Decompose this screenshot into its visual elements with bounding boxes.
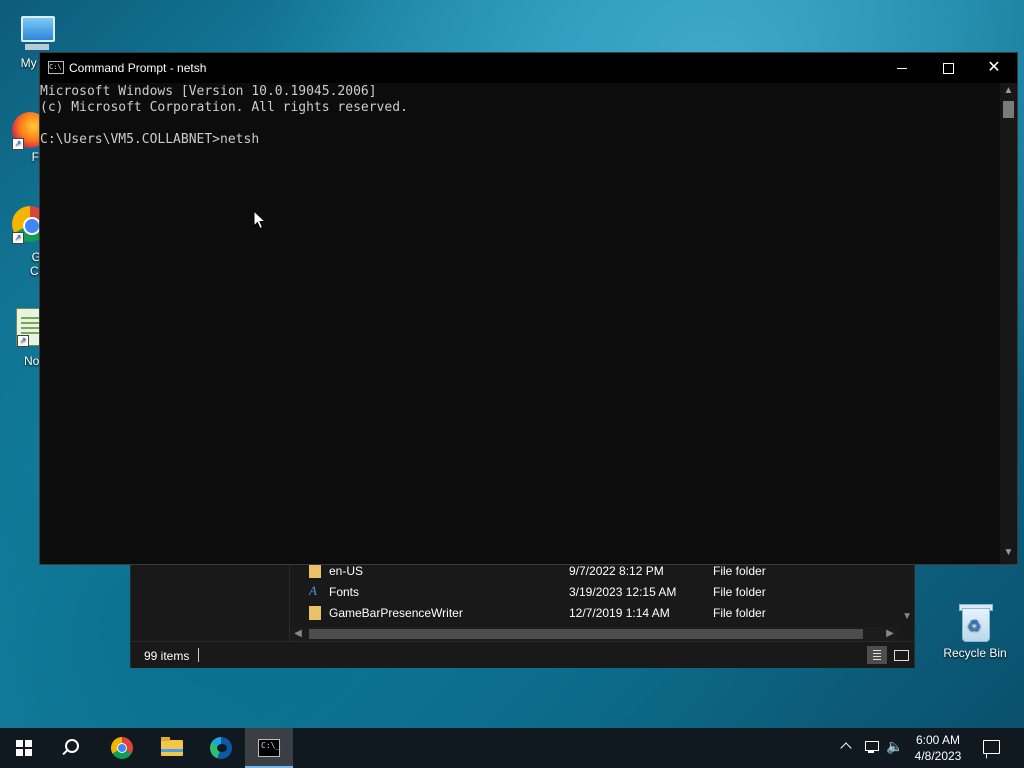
action-center-icon[interactable] (983, 740, 1000, 754)
file-name: en-US (329, 564, 364, 578)
scroll-up-arrow-icon[interactable]: ▲ (1000, 85, 1017, 96)
file-explorer-window: en-US 9/7/2022 8:12 PM File folder A Fon… (130, 560, 915, 668)
vertical-scrollbar[interactable]: ▲ ▼ (1000, 83, 1017, 564)
clock-date: 4/8/2023 (914, 749, 962, 763)
taskbar-file-explorer[interactable] (148, 728, 196, 768)
search-button[interactable] (48, 728, 96, 768)
status-bar: 99 items (131, 641, 914, 668)
folder-icon (309, 564, 321, 578)
navigation-pane[interactable] (131, 561, 290, 641)
show-hidden-icons-chevron-icon[interactable] (840, 740, 850, 750)
console-line: (c) Microsoft Corporation. All rights re… (40, 100, 408, 115)
close-button[interactable]: ✕ (971, 53, 1017, 83)
file-row[interactable]: GameBarPresenceWriter 12/7/2019 1:14 AM … (309, 603, 899, 624)
font-folder-icon: A (309, 583, 317, 598)
horizontal-scrollbar[interactable]: ◀ ▶ (291, 627, 897, 641)
desktop-icon-label: Recycle Bin (943, 646, 1007, 660)
command-prompt-window: C:\ Command Prompt - netsh ✕ Microsoft W… (39, 52, 1018, 565)
file-date: 12/7/2019 1:14 AM (569, 606, 670, 620)
file-name: GameBarPresenceWriter (329, 606, 463, 620)
file-date: 9/7/2022 8:12 PM (569, 564, 664, 578)
file-type: File folder (713, 606, 766, 620)
maximize-button[interactable] (925, 53, 971, 83)
shortcut-arrow-icon: ↗ (17, 335, 29, 347)
file-name: Fonts (329, 585, 360, 599)
file-type: File folder (713, 564, 766, 578)
folder-icon (309, 606, 321, 620)
file-type: File folder (713, 585, 766, 599)
chrome-icon (111, 737, 133, 759)
scrollbar-thumb[interactable] (1003, 101, 1014, 118)
file-row[interactable]: A Fonts 3/19/2023 12:15 AM File folder (309, 582, 899, 603)
edge-icon (210, 737, 232, 759)
scroll-down-arrow-icon[interactable]: ▼ (902, 611, 912, 622)
console-output[interactable]: Microsoft Windows [Version 10.0.19045.20… (40, 83, 1000, 564)
computer-icon (21, 16, 55, 50)
windows-logo-icon (16, 740, 32, 756)
item-count: 99 items (144, 649, 190, 663)
taskbar-chrome[interactable] (98, 728, 146, 768)
console-prompt-line: C:\Users\VM5.COLLABNET>netsh (40, 132, 260, 147)
scrollbar-thumb[interactable] (309, 629, 863, 639)
file-explorer-icon (161, 737, 183, 756)
search-icon (65, 739, 79, 753)
taskbar: C:\_ 🔈 6:00 AM 4/8/2023 (0, 728, 1024, 768)
console-line: Microsoft Windows [Version 10.0.19045.20… (40, 84, 377, 99)
cmd-app-icon: C:\ (48, 61, 64, 74)
scroll-right-arrow-icon[interactable]: ▶ (883, 627, 897, 641)
desktop-icon-recycle-bin[interactable]: ♻ Recycle Bin (939, 602, 1011, 660)
clock-time: 6:00 AM (915, 733, 961, 747)
status-separator (198, 648, 199, 662)
shortcut-arrow-icon: ↗ (12, 232, 24, 244)
details-view-button[interactable] (867, 646, 887, 664)
start-button[interactable] (0, 728, 48, 768)
minimize-button[interactable] (879, 53, 925, 83)
title-bar[interactable]: C:\ Command Prompt - netsh ✕ (40, 53, 1017, 83)
recycle-bin-icon: ♻ (958, 602, 993, 642)
shortcut-arrow-icon: ↗ (12, 138, 24, 150)
scroll-left-arrow-icon[interactable]: ◀ (291, 627, 305, 641)
command-prompt-icon: C:\_ (258, 739, 280, 757)
file-date: 3/19/2023 12:15 AM (569, 585, 677, 599)
system-clock[interactable]: 6:00 AM 4/8/2023 (900, 732, 976, 764)
large-icons-view-button[interactable] (891, 646, 911, 664)
scroll-down-arrow-icon[interactable]: ▼ (1000, 547, 1017, 558)
taskbar-command-prompt[interactable]: C:\_ (245, 728, 293, 768)
window-title: Command Prompt - netsh (69, 61, 207, 75)
network-icon[interactable] (862, 740, 880, 754)
taskbar-edge[interactable] (197, 728, 245, 768)
